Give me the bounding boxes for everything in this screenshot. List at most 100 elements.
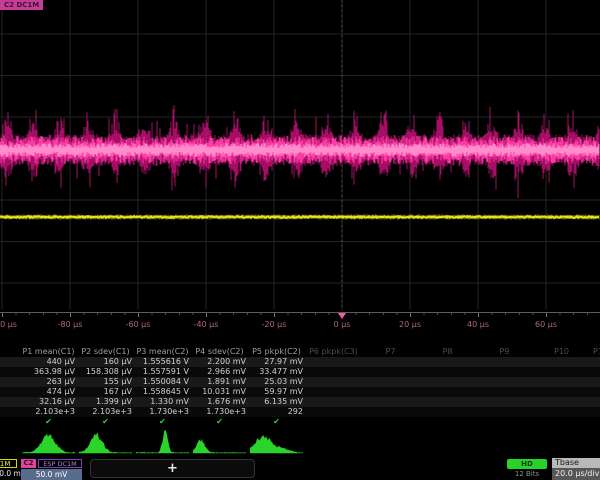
measure-cell: 10.031 mV <box>191 387 248 397</box>
measure-cell <box>476 397 533 407</box>
measure-cell: 1.891 mV <box>191 377 248 387</box>
measure-cell: 167 µV <box>77 387 134 397</box>
measure-cell <box>533 397 590 407</box>
measure-cell: 1.730e+3 <box>134 407 191 417</box>
measure-header-4[interactable]: P4 sdev(C2) <box>191 347 248 357</box>
measure-cell: 33.477 mV <box>248 367 305 377</box>
measure-header-10[interactable]: P10 <box>533 347 590 357</box>
measure-cell <box>362 377 419 387</box>
timebase-panel[interactable]: Tbase 20.0 µs/div <box>552 458 600 480</box>
measure-row-value: 440 µV160 µV1.555616 V2.200 mV27.97 mV <box>0 357 600 367</box>
status-check <box>305 417 362 426</box>
row-label-gutter <box>0 357 20 367</box>
c2-noise-trace <box>0 105 599 198</box>
timebase-label: Tbase <box>552 458 600 468</box>
status-check: ✔ <box>191 417 248 426</box>
measure-cell: 25.03 mV <box>248 377 305 387</box>
measure-cell <box>419 387 476 397</box>
measure-cell: 1.676 mV <box>191 397 248 407</box>
c2-scale[interactable]: 50.0 mV <box>21 469 82 480</box>
row-label-gutter <box>0 387 20 397</box>
hd-badge: HD <box>507 459 547 469</box>
measure-cell: 363.98 µV <box>20 367 77 377</box>
measure-cell <box>305 367 362 377</box>
status-check <box>590 417 600 426</box>
measure-row-sdev: 32.16 µV1.399 µV1.330 mV1.676 mV6.135 mV <box>0 397 600 407</box>
measure-row-min: 263 µV155 µV1.550084 V1.891 mV25.03 mV <box>0 377 600 387</box>
time-tick-label: 60 µs <box>535 320 557 329</box>
measure-cell <box>590 407 600 417</box>
measure-header-1[interactable]: P1 mean(C1) <box>20 347 77 357</box>
measure-cell <box>305 357 362 367</box>
status-check <box>419 417 476 426</box>
measure-cell <box>533 357 590 367</box>
measure-cell: 32.16 µV <box>20 397 77 407</box>
measure-cell: 158.308 µV <box>77 367 134 377</box>
status-check: ✔ <box>248 417 305 426</box>
measure-cell: 160 µV <box>77 357 134 367</box>
histicon-4 <box>193 439 246 453</box>
measure-cell <box>590 397 600 407</box>
histicon-1 <box>22 434 75 454</box>
measure-header-2[interactable]: P2 sdev(C1) <box>77 347 134 357</box>
measure-cell: 1.555616 V <box>134 357 191 367</box>
c1-coupling-chip[interactable]: DC1M <box>0 459 17 468</box>
bottom-bar: DC1M 10.0 mV C2 ESP DC1M 50.0 mV + HD 12… <box>0 458 600 480</box>
measure-cell: 474 µV <box>20 387 77 397</box>
measure-cell <box>533 387 590 397</box>
time-tick-label: -40 µs <box>194 320 219 329</box>
measure-header-8[interactable]: P8 <box>419 347 476 357</box>
row-label-gutter <box>0 407 20 417</box>
time-tick-label: 0 µs <box>334 320 351 329</box>
add-trace-button[interactable]: + <box>90 459 255 478</box>
measure-cell <box>419 407 476 417</box>
major-ticks <box>2 313 600 317</box>
status-check <box>362 417 419 426</box>
measure-cell <box>419 397 476 407</box>
time-tick-label: -20 µs <box>262 320 287 329</box>
status-check <box>533 417 590 426</box>
waveform-display[interactable]: C2 DC1M <box>0 0 600 312</box>
measure-cell <box>419 367 476 377</box>
c1-trace <box>0 214 599 219</box>
measure-cell <box>305 397 362 407</box>
measure-cell: 27.97 mV <box>248 357 305 367</box>
measure-cell: 155 µV <box>77 377 134 387</box>
measure-cell <box>476 367 533 377</box>
measure-header-9[interactable]: P9 <box>476 347 533 357</box>
measure-cell <box>476 357 533 367</box>
trigger-position-marker[interactable] <box>338 313 346 319</box>
measure-cell: 1.399 µV <box>77 397 134 407</box>
row-label-gutter <box>0 397 20 407</box>
measure-cell <box>476 407 533 417</box>
c2-channel-chip[interactable]: C2 <box>21 459 36 468</box>
measure-status-row: ✔✔✔✔✔ <box>0 417 600 426</box>
measure-cell <box>362 367 419 377</box>
measure-cell <box>533 407 590 417</box>
time-tick-label: -100 µs <box>0 320 17 329</box>
measure-cell <box>533 377 590 387</box>
measure-cell <box>305 387 362 397</box>
measure-cell <box>362 387 419 397</box>
row-label-gutter <box>0 347 20 357</box>
measure-header-7[interactable]: P7 <box>362 347 419 357</box>
waveform-svg <box>0 0 600 312</box>
c2-coupling-chip[interactable]: ESP DC1M <box>38 459 82 468</box>
time-tick-label: 20 µs <box>399 320 421 329</box>
time-tick-label: -80 µs <box>58 320 83 329</box>
histicon-3 <box>136 430 189 453</box>
measure-header-3[interactable]: P3 mean(C2) <box>134 347 191 357</box>
status-check: ✔ <box>20 417 77 426</box>
measure-row-num: 2.103e+32.103e+31.730e+31.730e+3292 <box>0 407 600 417</box>
measure-cell: 2.103e+3 <box>20 407 77 417</box>
measure-cell <box>305 377 362 387</box>
measure-header-5[interactable]: P5 pkpk(C2) <box>248 347 305 357</box>
measure-header-11[interactable]: P11 <box>590 347 600 357</box>
measure-cell: 1.557591 V <box>134 367 191 377</box>
measure-cell: 1.558645 V <box>134 387 191 397</box>
row-label-gutter <box>0 377 20 387</box>
measure-cell: 59.97 mV <box>248 387 305 397</box>
measure-cell: 6.135 mV <box>248 397 305 407</box>
measure-cell: 292 <box>248 407 305 417</box>
measure-header-6[interactable]: P6 pkpk(C3) <box>305 347 362 357</box>
